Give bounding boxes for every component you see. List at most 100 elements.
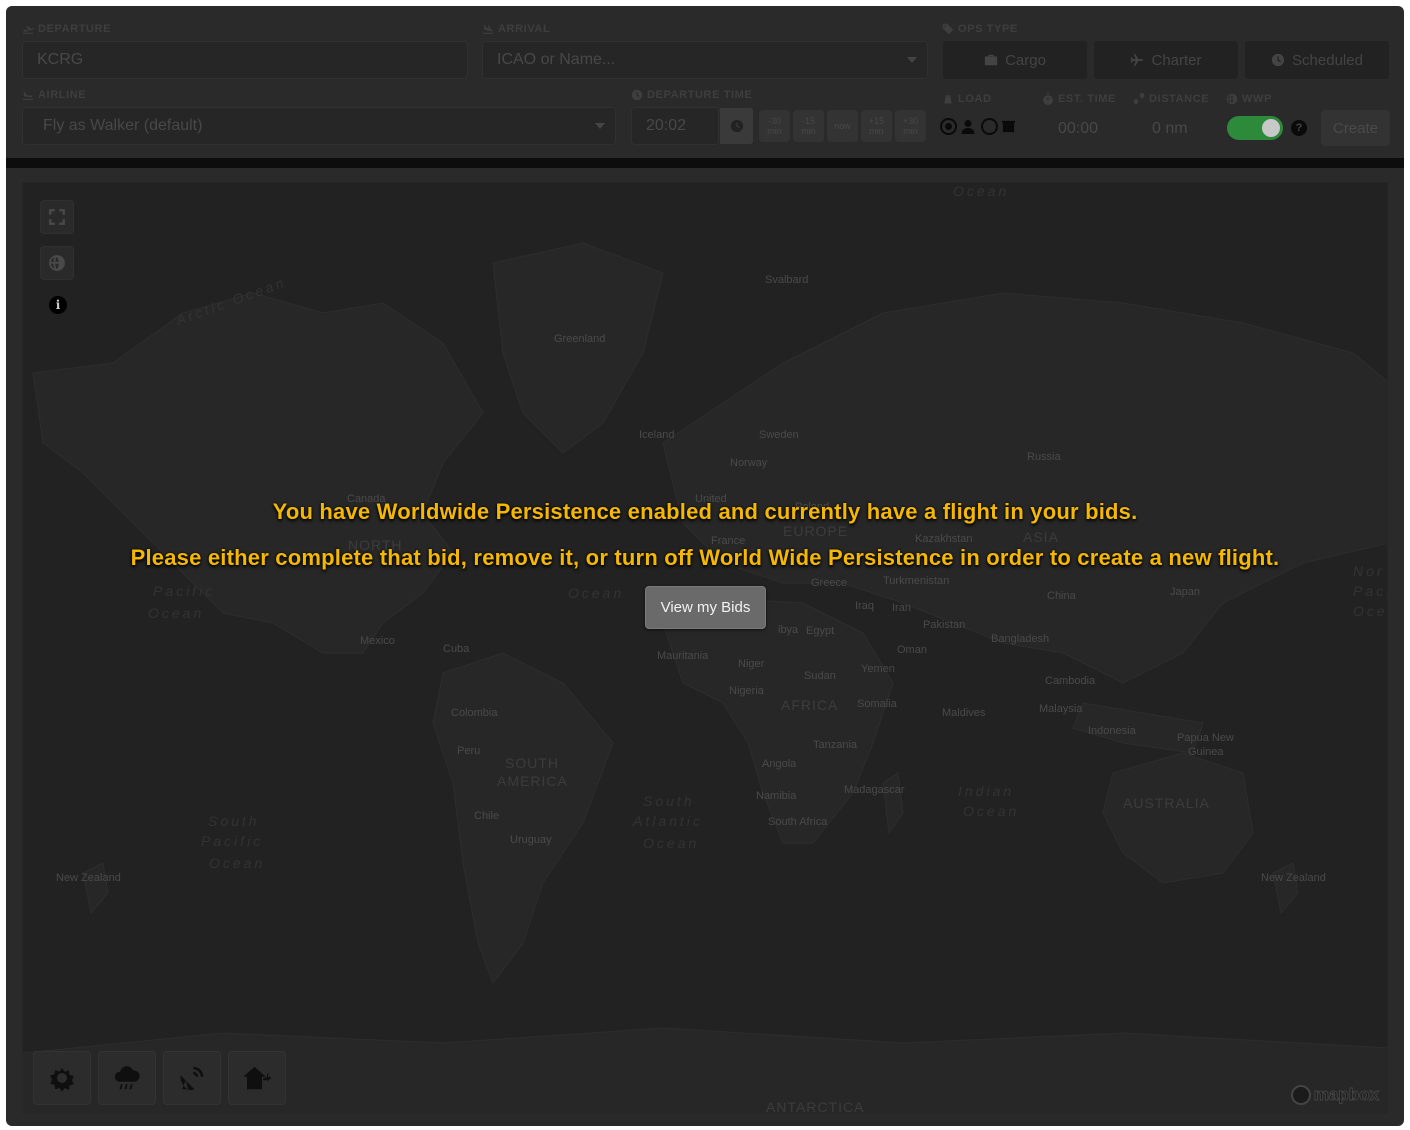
departure-time-input[interactable]: 20:02 xyxy=(631,107,719,145)
view-my-bids-button[interactable]: View my Bids xyxy=(645,586,766,629)
ops-cargo-button[interactable]: Cargo xyxy=(942,40,1088,80)
continent-label: SOUTH xyxy=(505,755,559,771)
place-label: Cambodia xyxy=(1045,675,1096,687)
globe-view-button[interactable] xyxy=(40,246,74,280)
route-icon xyxy=(1133,93,1145,105)
load-pax-radio[interactable] xyxy=(940,118,957,135)
place-label: Namibia xyxy=(756,790,797,802)
home-plane-icon xyxy=(243,1066,271,1090)
ocean-label: Pacific xyxy=(153,583,216,599)
time-adjust-unit: min xyxy=(903,126,918,136)
airports-button[interactable] xyxy=(228,1051,286,1105)
radar-button[interactable] xyxy=(163,1051,221,1105)
ops-charter-button[interactable]: Charter xyxy=(1093,40,1239,80)
create-label: Create xyxy=(1332,119,1379,137)
ocean-label: Oce xyxy=(1353,603,1388,619)
place-label: Indonesia xyxy=(1088,725,1136,737)
mapbox-icon xyxy=(1290,1085,1311,1105)
info-icon[interactable]: i xyxy=(49,296,67,314)
time-minus-15-button[interactable]: -15 min xyxy=(793,110,824,142)
airline-value: Fly as Walker (default) xyxy=(43,117,203,134)
distance-label: Distance xyxy=(1133,93,1209,105)
fullscreen-icon xyxy=(49,209,65,225)
time-adjust-unit: min xyxy=(801,126,816,136)
departure-input[interactable]: KCRG xyxy=(22,41,468,79)
airline-select[interactable]: Fly as Walker (default) xyxy=(22,107,616,145)
world-map[interactable]: Arctic Ocean Pacific Ocean Ocean South A… xyxy=(22,182,1388,1114)
distance-value: 0 nm xyxy=(1152,120,1188,137)
place-label: Sweden xyxy=(759,429,799,441)
place-label: Yemen xyxy=(861,663,895,675)
ocean-label: Ocean xyxy=(209,855,266,871)
time-adjust-value: -15 xyxy=(801,116,815,126)
daylight-button[interactable] xyxy=(33,1051,91,1105)
place-label: Mauritania xyxy=(657,650,709,662)
time-picker-button[interactable] xyxy=(719,107,754,145)
wwp-warning-line2: Please either complete that bid, remove … xyxy=(130,545,1280,570)
mapbox-logo[interactable]: mapbox xyxy=(1290,1085,1380,1105)
load-label: Load xyxy=(942,93,992,105)
time-plus-30-button[interactable]: +30 min xyxy=(895,110,926,142)
clock-icon xyxy=(631,89,643,101)
fullscreen-button[interactable] xyxy=(40,200,74,234)
place-label: Egypt xyxy=(806,625,835,637)
ocean-label: Ocean xyxy=(148,605,205,621)
place-label: Norway xyxy=(730,457,768,469)
sun-icon xyxy=(50,1068,74,1092)
arrival-select[interactable]: ICAO or Name... xyxy=(482,41,928,79)
create-button[interactable]: Create xyxy=(1321,110,1390,146)
ocean-label: Paci xyxy=(1353,583,1387,599)
time-adjust-unit: min xyxy=(869,126,884,136)
place-label: Greenland xyxy=(554,333,606,345)
place-label: Papua New xyxy=(1177,732,1234,744)
header-divider xyxy=(6,158,1404,168)
continent-label: EUROPE xyxy=(783,523,849,539)
place-label: Oman xyxy=(897,644,927,656)
time-plus-15-button[interactable]: +15 min xyxy=(861,110,892,142)
ops-charter-label: Charter xyxy=(1151,51,1202,69)
place-label: Iceland xyxy=(639,429,675,441)
load-cargo-radio[interactable] xyxy=(981,118,998,135)
place-label: Peru xyxy=(457,745,481,757)
departure-time-value: 20:02 xyxy=(646,117,687,134)
place-label: ibya xyxy=(778,624,799,636)
airline-label: Airline xyxy=(22,89,86,101)
place-label: Cuba xyxy=(443,643,470,655)
clock-icon xyxy=(1271,53,1285,67)
place-label: Malaysia xyxy=(1039,703,1083,715)
load-options xyxy=(940,118,1016,135)
time-adjust-value: -30 xyxy=(767,116,781,126)
globe-icon xyxy=(1226,93,1238,105)
time-minus-30-button[interactable]: -30 min xyxy=(759,110,790,142)
departure-label: Departure xyxy=(22,23,111,35)
ops-scheduled-button[interactable]: Scheduled xyxy=(1244,40,1390,80)
place-label: Colombia xyxy=(451,707,498,719)
departure-value: KCRG xyxy=(37,51,84,68)
plane-icon xyxy=(1131,53,1144,67)
ocean-label: Pacific xyxy=(201,833,264,849)
chevron-down-icon xyxy=(907,57,917,63)
place-label: China xyxy=(1047,590,1076,602)
globe-icon xyxy=(49,255,65,271)
place-label: Japan xyxy=(1170,586,1200,598)
place-label: Pakistan xyxy=(923,619,966,631)
place-label: Sudan xyxy=(804,670,836,682)
airline-icon xyxy=(22,92,34,100)
time-now-button[interactable]: now xyxy=(827,110,858,142)
person-icon xyxy=(961,119,975,134)
place-label: Bangladesh xyxy=(991,633,1050,645)
box-icon xyxy=(1001,120,1016,133)
wwp-warning-line1: You have Worldwide Persistence enabled a… xyxy=(272,499,1138,524)
place-label: Chile xyxy=(474,810,500,822)
map-landmass xyxy=(23,242,1387,1113)
landing-icon xyxy=(482,25,494,34)
ocean-label: Ocean xyxy=(953,183,1010,199)
place-label: Mexico xyxy=(360,635,395,647)
continent-label: AMERICA xyxy=(497,773,568,789)
place-label: Svalbard xyxy=(765,274,809,286)
weather-button[interactable] xyxy=(98,1051,156,1105)
wwp-toggle[interactable] xyxy=(1227,116,1283,140)
ops-scheduled-label: Scheduled xyxy=(1292,51,1363,69)
help-icon[interactable]: ? xyxy=(1291,120,1307,136)
toggle-knob xyxy=(1262,119,1280,137)
